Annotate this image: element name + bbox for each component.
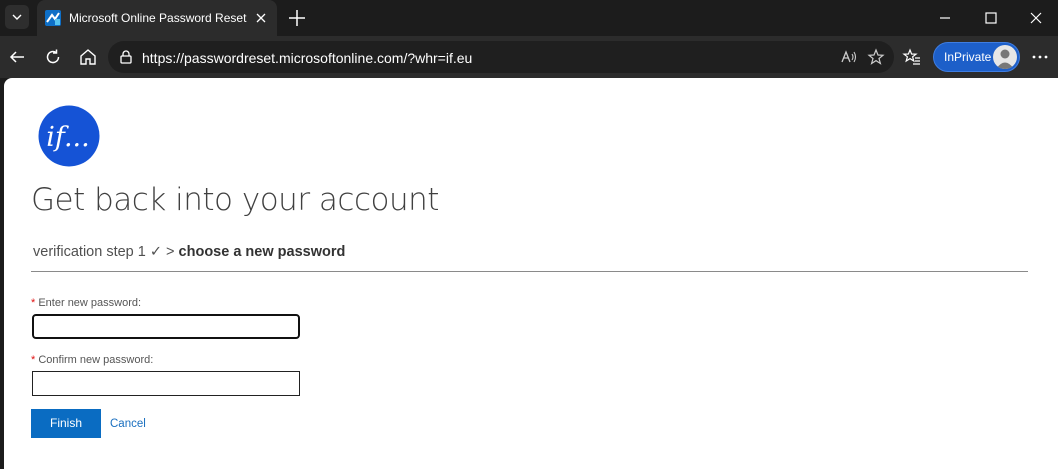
read-aloud-icon[interactable] (840, 48, 858, 66)
close-tab-icon[interactable] (253, 10, 269, 26)
inprivate-button[interactable]: InPrivate (933, 42, 1020, 72)
tab-actions-menu-button[interactable] (5, 5, 29, 29)
inprivate-label: InPrivate (944, 50, 992, 64)
confirm-password-label-text: Confirm new password: (38, 354, 154, 366)
required-marker: * (31, 297, 36, 309)
browser-title-bar: Microsoft Online Password Reset (0, 0, 1058, 36)
page-title: Get back into your account (31, 182, 439, 218)
finish-button[interactable]: Finish (31, 409, 101, 438)
minimize-icon[interactable] (935, 8, 955, 28)
favorites-icon[interactable] (902, 47, 922, 67)
favicon-icon (45, 10, 61, 26)
favorite-star-icon[interactable] (867, 48, 885, 66)
divider (31, 271, 1028, 272)
back-arrow-icon[interactable] (7, 47, 27, 67)
more-options-icon[interactable] (1030, 47, 1050, 67)
lock-icon[interactable] (118, 49, 134, 65)
maximize-icon[interactable] (981, 8, 1001, 28)
breadcrumb-step-done: verification step 1 ✓ (33, 244, 163, 260)
new-password-label: * Enter new password: (31, 297, 141, 309)
tab-title: Microsoft Online Password Reset (69, 11, 247, 25)
if-logo: if... (38, 105, 100, 167)
breadcrumb-current: choose a new password (178, 244, 346, 260)
home-icon[interactable] (78, 47, 98, 67)
cancel-link[interactable]: Cancel (110, 418, 146, 430)
profile-avatar (993, 45, 1017, 69)
address-bar[interactable]: https://passwordreset.microsoftonline.co… (108, 41, 894, 73)
browser-tab[interactable]: Microsoft Online Password Reset (37, 0, 277, 36)
required-marker: * (31, 354, 36, 366)
new-tab-icon[interactable] (286, 7, 308, 29)
url-text[interactable]: https://passwordreset.microsoftonline.co… (142, 50, 472, 66)
new-password-label-text: Enter new password: (38, 297, 142, 309)
new-password-input[interactable] (32, 314, 300, 339)
browser-toolbar: https://passwordreset.microsoftonline.co… (0, 36, 1058, 78)
breadcrumb: verification step 1 ✓ > choose a new pas… (33, 244, 345, 260)
logo-text: if... (46, 122, 89, 153)
breadcrumb-separator: > (166, 244, 175, 260)
confirm-password-input[interactable] (32, 371, 300, 396)
page-content: if... Get back into your account verific… (4, 78, 1058, 469)
confirm-password-label: * Confirm new password: (31, 354, 153, 366)
refresh-icon[interactable] (43, 47, 63, 67)
close-window-icon[interactable] (1026, 8, 1046, 28)
chevron-down-icon (12, 14, 22, 20)
